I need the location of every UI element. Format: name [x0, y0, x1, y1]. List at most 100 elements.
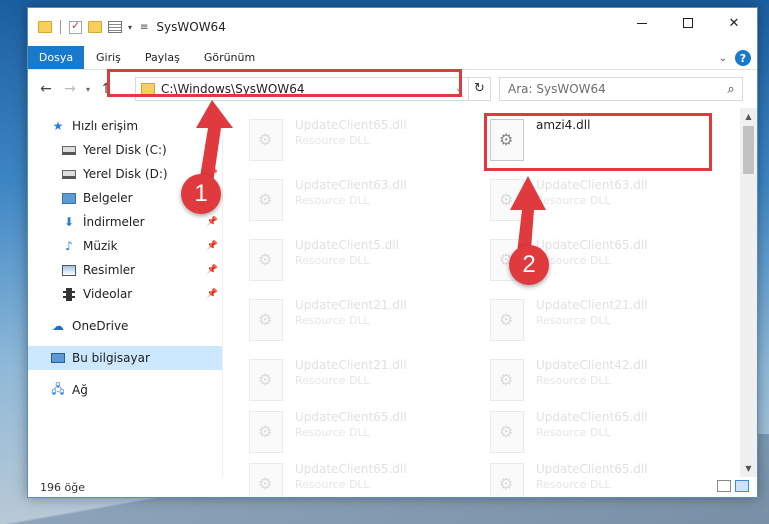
tab-home[interactable]: Giriş: [84, 46, 133, 69]
pin-icon[interactable]: 📌: [207, 169, 218, 179]
star-icon: ★: [52, 119, 64, 133]
quick-access-toolbar: ▾ ≡: [28, 19, 148, 34]
ribbon-expand-icon[interactable]: ⌄: [719, 53, 727, 64]
search-box[interactable]: Ara: SysWOW64 ⌕: [499, 77, 743, 101]
properties-check-icon[interactable]: [69, 19, 82, 34]
sidebar-item-quick-access[interactable]: ★ Hızlı erişim: [28, 114, 222, 138]
sidebar-item-local-disk-d[interactable]: Yerel Disk (D:) 📌: [28, 162, 222, 186]
sidebar-item-label: Resimler: [83, 263, 136, 277]
dll-file-icon: [490, 299, 524, 341]
file-name: UpdateClient21.dll: [295, 298, 407, 312]
list-item[interactable]: UpdateClient21.dll Resource DLL: [249, 296, 474, 352]
sidebar-item-downloads[interactable]: ⬇ İndirmeler 📌: [28, 210, 222, 234]
details-view-icon[interactable]: [717, 480, 731, 492]
search-input[interactable]: Ara: SysWOW64: [508, 82, 712, 96]
scroll-down-icon[interactable]: ▼: [740, 460, 757, 477]
pin-icon[interactable]: 📌: [207, 265, 218, 275]
customize-toolbar-icon[interactable]: ≡: [140, 22, 148, 33]
sidebar-item-label: Hızlı erişim: [72, 119, 139, 133]
refresh-icon[interactable]: ↻: [468, 78, 490, 100]
address-bar[interactable]: C:\Windows\SysWOW64 ⌄ ↻: [135, 77, 491, 101]
downloads-icon: ⬇: [63, 215, 75, 229]
drive-icon: [61, 143, 77, 157]
sidebar-item-label: İndirmeler: [83, 215, 145, 229]
pin-icon[interactable]: 📌: [207, 289, 218, 299]
address-dropdown-icon[interactable]: ⌄: [450, 84, 468, 94]
pin-icon[interactable]: 📌: [207, 145, 218, 155]
dll-file-icon: [490, 119, 524, 161]
tab-file[interactable]: Dosya: [28, 46, 84, 69]
sidebar-item-network[interactable]: 🖧 Ağ: [28, 378, 222, 402]
back-arrow-icon[interactable]: ←: [34, 81, 58, 97]
file-name: UpdateClient65.dll: [536, 238, 648, 252]
file-description: Resource DLL: [536, 194, 611, 207]
sidebar-item-videos[interactable]: Videolar 📌: [28, 282, 222, 306]
explorer-window: ▾ ≡ SysWOW64 ✕ Dosya Giriş Paylaş Görünü…: [27, 7, 758, 498]
pin-icon[interactable]: 📌: [207, 241, 218, 251]
new-folder-icon[interactable]: [88, 21, 102, 33]
pictures-icon: [61, 263, 77, 277]
sidebar-item-documents[interactable]: Belgeler 📌: [28, 186, 222, 210]
file-description: Resource DLL: [536, 426, 611, 439]
list-item[interactable]: UpdateClient63.dll Resource DLL: [490, 176, 715, 232]
file-description: Resource DLL: [295, 426, 370, 439]
sidebar-item-label: Videolar: [83, 287, 133, 301]
list-item[interactable]: UpdateClient65.dll Resource DLL: [249, 116, 474, 172]
file-name: UpdateClient65.dll: [295, 410, 407, 424]
chevron-down-icon[interactable]: ▾: [128, 23, 132, 32]
dll-file-icon: [249, 359, 283, 401]
file-description: Resource DLL: [295, 134, 370, 147]
maximize-button[interactable]: [665, 8, 711, 38]
sidebar-item-this-pc[interactable]: Bu bilgisayar: [28, 346, 222, 370]
vertical-scrollbar[interactable]: ▲ ▼: [740, 108, 757, 477]
pin-icon[interactable]: 📌: [207, 217, 218, 227]
list-item-amzi4-dll[interactable]: amzi4.dll: [490, 116, 715, 172]
item-count: 196 öğe: [40, 480, 85, 494]
properties-icon[interactable]: [108, 21, 122, 33]
dll-file-icon: [490, 359, 524, 401]
view-toggle: [717, 480, 749, 492]
sidebar-item-pictures[interactable]: Resimler 📌: [28, 258, 222, 282]
address-path[interactable]: C:\Windows\SysWOW64: [161, 82, 450, 96]
help-icon[interactable]: ?: [735, 50, 751, 66]
sidebar-item-music[interactable]: ♪ Müzik 📌: [28, 234, 222, 258]
file-description: Resource DLL: [295, 194, 370, 207]
sidebar-item-label: OneDrive: [72, 319, 129, 333]
scrollbar-thumb[interactable]: [743, 126, 754, 174]
dll-file-icon: [490, 239, 524, 281]
file-list: UpdateClient65.dll Resource DLL UpdateCl…: [223, 108, 757, 497]
close-button[interactable]: ✕: [711, 8, 757, 38]
status-bar: 196 öğe: [28, 477, 757, 497]
sidebar-item-onedrive[interactable]: ☁ OneDrive: [28, 314, 222, 338]
search-icon[interactable]: ⌕: [720, 82, 742, 97]
pin-icon[interactable]: 📌: [207, 193, 218, 203]
videos-icon: [61, 287, 77, 301]
tab-view[interactable]: Görünüm: [192, 46, 267, 69]
recent-locations-icon[interactable]: ▾: [82, 85, 94, 94]
file-name: UpdateClient65.dll: [536, 410, 648, 424]
minimize-button[interactable]: [619, 8, 665, 38]
cloud-icon: ☁: [52, 319, 64, 333]
separator: [60, 20, 61, 34]
list-item[interactable]: UpdateClient65.dll Resource DLL: [490, 236, 715, 292]
list-item[interactable]: UpdateClient42.dll Resource DLL: [490, 356, 715, 412]
list-item[interactable]: UpdateClient21.dll Resource DLL: [490, 296, 715, 352]
folder-icon: [141, 83, 155, 95]
up-arrow-icon[interactable]: ↑: [94, 81, 118, 97]
sidebar-item-label: Ağ: [72, 383, 88, 397]
tab-share[interactable]: Paylaş: [133, 46, 192, 69]
forward-arrow-icon[interactable]: →: [58, 81, 82, 97]
folder-icon: [38, 21, 52, 33]
window-title: SysWOW64: [156, 20, 226, 34]
list-item[interactable]: UpdateClient65.dll Resource DLL: [490, 408, 715, 464]
scroll-up-icon[interactable]: ▲: [740, 108, 757, 125]
list-item[interactable]: UpdateClient21.dll Resource DLL: [249, 356, 474, 412]
list-item[interactable]: UpdateClient63.dll Resource DLL: [249, 176, 474, 232]
sidebar-item-local-disk-c[interactable]: Yerel Disk (C:) 📌: [28, 138, 222, 162]
tiles-view-icon[interactable]: [735, 480, 749, 492]
file-description: Resource DLL: [536, 374, 611, 387]
music-icon: ♪: [65, 239, 73, 253]
list-item[interactable]: UpdateClient65.dll Resource DLL: [249, 408, 474, 464]
navigation-bar: ← → ▾ ↑ C:\Windows\SysWOW64 ⌄ ↻ Ara: Sys…: [28, 70, 757, 108]
list-item[interactable]: UpdateClient5.dll Resource DLL: [249, 236, 474, 292]
